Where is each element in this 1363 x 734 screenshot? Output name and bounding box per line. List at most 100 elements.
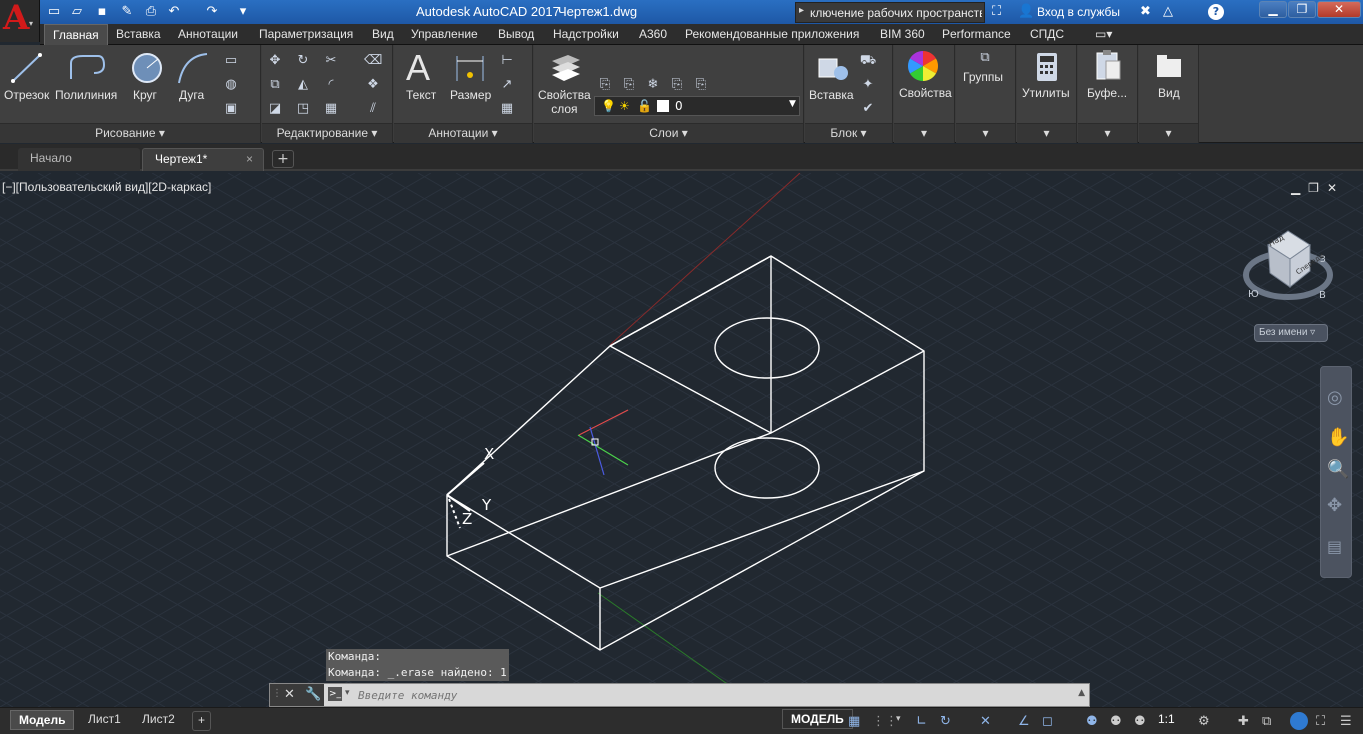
minimize-button[interactable]: ▁ [1259, 1, 1287, 18]
snap-icon[interactable]: ⋮⋮ [872, 714, 898, 729]
array-icon[interactable]: ▦ [322, 100, 340, 118]
steering-wheel-icon[interactable]: ◎ [1327, 387, 1343, 408]
stretch-icon[interactable]: ◪ [266, 100, 284, 118]
customization-icon[interactable]: ☰ [1340, 714, 1352, 729]
redo-icon[interactable]: ↷ [202, 3, 222, 21]
polyline-button[interactable]: Полилиния [55, 88, 117, 102]
clipboard-expand[interactable]: ▾ [1078, 123, 1137, 143]
ortho-icon[interactable]: ∟ [916, 714, 927, 729]
view-button[interactable]: Вид [1158, 86, 1180, 100]
command-prompt-icon[interactable]: >_ [328, 687, 342, 701]
isodraft-icon[interactable]: ✕ [980, 714, 991, 729]
layout-tab-sheet1[interactable]: Лист1 [80, 710, 129, 730]
layer-off-icon[interactable]: ⎘ [596, 76, 614, 94]
arc-button[interactable]: Дуга [179, 88, 204, 102]
line-button[interactable]: Отрезок [4, 88, 49, 102]
text-button[interactable]: Текст [406, 88, 436, 102]
save-icon[interactable]: ▪ [92, 3, 112, 21]
table-icon[interactable]: ▦ [498, 100, 516, 118]
trim-icon[interactable]: ✂ [322, 52, 340, 70]
fillet-icon[interactable]: ◜ [322, 76, 340, 94]
groups-button[interactable]: Группы [963, 70, 1003, 84]
close-tab-icon[interactable]: × [246, 149, 253, 169]
new-icon[interactable]: ▭ [44, 3, 64, 21]
utilities-expand[interactable]: ▾ [1017, 123, 1076, 143]
view-expand[interactable]: ▾ [1139, 123, 1198, 143]
modify-panel-title[interactable]: Редактирование ▾ [262, 123, 392, 143]
signin-button[interactable]: Вход в службы [1037, 5, 1120, 19]
add-layout-button[interactable]: + [192, 711, 212, 731]
osnap-tracking-icon[interactable]: ∠ [1018, 714, 1030, 729]
tab-start[interactable]: Начало [18, 148, 140, 171]
properties-expand[interactable]: ▾ [894, 123, 954, 143]
gear-icon[interactable]: ⚙ [1198, 714, 1210, 729]
plus-icon[interactable]: ✚ [1238, 714, 1249, 729]
create-block-icon[interactable]: ⛟ [859, 52, 877, 70]
groups-expand[interactable]: ▾ [956, 123, 1015, 143]
binoculars-icon[interactable]: ⛶ [992, 4, 1001, 19]
layout-tab-model[interactable]: Модель [10, 710, 75, 730]
copy-icon[interactable]: ⧉ [266, 76, 284, 94]
tab-output[interactable]: Вывод [498, 27, 534, 41]
tab-annotate[interactable]: Аннотации [178, 27, 238, 41]
viewport-controls-label[interactable]: [−][Пользовательский вид][2D-каркас] [2, 180, 211, 194]
orbit-icon[interactable]: ✥ [1327, 495, 1342, 516]
ribbon-minimize-icon[interactable]: ▭▾ [1095, 27, 1112, 41]
grid-icon[interactable]: ▦ [848, 714, 860, 729]
maximize-button[interactable]: ❐ [1288, 1, 1316, 18]
layer-dropdown[interactable]: 💡 ☀ 🔓 0 ▼ [594, 96, 800, 116]
tab-home[interactable]: Главная [44, 24, 108, 45]
tab-view[interactable]: Вид [372, 27, 394, 41]
save-as-icon[interactable]: ✎ [117, 3, 137, 21]
layers-panel-title[interactable]: Слои ▾ [534, 123, 803, 143]
tab-featured-apps[interactable]: Рекомендованные приложения [685, 27, 859, 41]
annotation-panel-title[interactable]: Аннотации ▾ [394, 123, 532, 143]
utilities-button[interactable]: Утилиты [1022, 86, 1070, 100]
block-panel-title[interactable]: Блок ▾ [805, 123, 892, 143]
erase-icon[interactable]: ⌫ [364, 52, 382, 70]
properties-button[interactable]: Свойства [899, 86, 952, 100]
named-view-dropdown[interactable]: Без имени ▿ [1254, 324, 1328, 342]
a360-icon[interactable]: △ [1163, 4, 1173, 19]
zoom-icon[interactable]: 🔍 [1327, 459, 1349, 480]
scale-icon[interactable]: ◳ [294, 100, 312, 118]
annotation-autoscale-icon[interactable]: ⚉ [1110, 714, 1122, 729]
viewport-window-controls[interactable]: ▁❐✕ [1291, 181, 1345, 195]
tab-performance[interactable]: Performance [942, 27, 1011, 41]
insert-block-button[interactable]: Вставка [809, 88, 854, 102]
rotate-icon[interactable]: ↻ [294, 52, 312, 70]
pan-icon[interactable]: ✋ [1327, 427, 1349, 448]
tab-manage[interactable]: Управление [411, 27, 478, 41]
tab-drawing1[interactable]: Чертеж1* × [142, 148, 264, 171]
layer-isolate-icon[interactable]: ⎘ [620, 76, 638, 94]
draw-panel-title[interactable]: Рисование ▾ [0, 123, 260, 143]
recent-commands-icon[interactable]: ▾ [345, 688, 350, 698]
linear-dim-icon[interactable]: ⊢ [498, 52, 516, 70]
drawing-viewport[interactable]: X Y Z [−][Пользовательский вид][2D-карка… [0, 173, 1363, 707]
isolate-icon[interactable]: ⧉ [1262, 714, 1271, 729]
move-icon[interactable]: ✥ [266, 52, 284, 70]
model-space-toggle[interactable]: МОДЕЛЬ [782, 709, 853, 729]
clipboard-button[interactable]: Буфе... [1087, 86, 1127, 100]
customize-icon[interactable]: 🔧 [305, 687, 321, 702]
edit-block-icon[interactable]: ✦ [859, 76, 877, 94]
hardware-acceleration-icon[interactable] [1290, 712, 1308, 730]
layer-properties-button[interactable]: Свойства слоя [538, 88, 591, 116]
workspace-switcher[interactable]: ▸ ключение рабочих пространств [795, 2, 985, 23]
layout-tab-sheet2[interactable]: Лист2 [134, 710, 183, 730]
annotation-scale[interactable]: 1:1 [1150, 710, 1183, 730]
osnap-icon[interactable]: ◻ [1042, 714, 1053, 729]
explode-icon[interactable]: ❖ [364, 76, 382, 94]
polar-icon[interactable]: ↻ [940, 714, 951, 729]
command-history-toggle[interactable]: ▲ [1078, 688, 1085, 698]
circle-button[interactable]: Круг [133, 88, 157, 102]
drag-handle-icon[interactable]: ⋮ [272, 688, 282, 699]
application-menu-button[interactable]: A ▾ [0, 0, 40, 42]
close-icon[interactable]: ✕ [284, 687, 295, 702]
dimension-button[interactable]: Размер [450, 88, 491, 102]
tab-a360[interactable]: A360 [639, 27, 667, 41]
undo-icon[interactable]: ↶ [164, 3, 184, 21]
tab-parametric[interactable]: Параметризация [259, 27, 353, 41]
leader-icon[interactable]: ↗ [498, 76, 516, 94]
annotation-visibility-icon[interactable]: ⚉ [1086, 714, 1098, 729]
